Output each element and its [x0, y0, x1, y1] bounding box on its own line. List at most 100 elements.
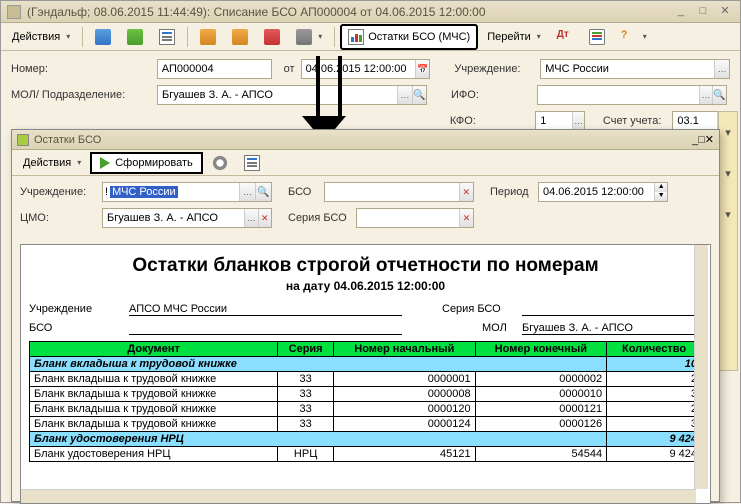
table-row: Бланк вкладыша к трудовой книжке33000000…: [30, 372, 702, 387]
tool-print[interactable]: [289, 25, 329, 49]
mol-select-button[interactable]: [397, 86, 411, 104]
side-strip-item-3[interactable]: ▾: [719, 194, 737, 235]
ifo-select-button[interactable]: [699, 86, 713, 104]
inner-close-button[interactable]: ✕: [705, 133, 714, 146]
table-row: Бланк вкладыша к трудовой книжке33000012…: [30, 417, 702, 432]
inner-cmo-label: ЦМО:: [20, 212, 96, 224]
group-total-cell: 9 424: [607, 432, 702, 447]
kfo-select-button[interactable]: [572, 112, 584, 130]
inner-org-select-button[interactable]: [239, 183, 255, 201]
play-icon: [100, 157, 110, 169]
inner-period-label: Период: [490, 186, 532, 198]
inner-bso-clear-button[interactable]: [459, 183, 473, 201]
rpt-org-label: Учреждение: [29, 303, 129, 316]
spin-down[interactable]: ▼: [654, 192, 667, 201]
inner-series-field[interactable]: [356, 208, 474, 228]
mol-input[interactable]: [158, 86, 397, 104]
tool-list[interactable]: [582, 25, 612, 49]
list-icon: [589, 29, 605, 45]
side-strip-item-2[interactable]: ▾: [719, 153, 737, 194]
calendar-button[interactable]: [415, 60, 429, 78]
table-cell: 33: [278, 417, 334, 432]
inner-series-clear-button[interactable]: [459, 209, 473, 227]
record-icon: [95, 29, 111, 45]
close-button[interactable]: ✕: [716, 5, 734, 19]
inner-actions-menu[interactable]: Действия: [16, 153, 88, 173]
number-field[interactable]: [157, 59, 272, 79]
form-report-button[interactable]: Сформировать: [90, 152, 203, 174]
inner-period-input[interactable]: [539, 183, 654, 201]
tool-copy[interactable]: [193, 25, 223, 49]
gear-icon: [212, 155, 228, 171]
maximize-button[interactable]: □: [694, 5, 712, 19]
inner-cmo-field[interactable]: [102, 208, 272, 228]
kfo-input[interactable]: [536, 112, 572, 130]
tool-post[interactable]: [152, 25, 182, 49]
tool-help[interactable]: ?: [614, 25, 654, 49]
tool-debit[interactable]: Дт: [550, 25, 580, 49]
table-cell: Бланк вкладыша к трудовой книжке: [30, 387, 278, 402]
org-select-button[interactable]: [714, 60, 729, 78]
ifo-input[interactable]: [538, 86, 699, 104]
ifo-label: ИФО:: [451, 89, 531, 101]
inner-window-title: Остатки БСО: [34, 134, 692, 146]
table-row: Бланк вкладыша к трудовой книжке33000012…: [30, 402, 702, 417]
inner-org-search-button[interactable]: [255, 183, 271, 201]
tool-refresh[interactable]: [120, 25, 150, 49]
mol-field[interactable]: [157, 85, 427, 105]
report-area[interactable]: Остатки бланков строгой отчетности по но…: [20, 244, 711, 504]
goto-menu[interactable]: Перейти: [480, 27, 548, 47]
period-spinner[interactable]: ▲▼: [654, 183, 667, 201]
date-input[interactable]: [302, 60, 416, 78]
inner-tool-filter[interactable]: [237, 151, 267, 175]
ifo-field[interactable]: [537, 85, 727, 105]
form-report-label: Сформировать: [115, 157, 193, 169]
report-header-cell: Документ: [30, 342, 278, 357]
post-icon: [159, 29, 175, 45]
tool-del[interactable]: [257, 25, 287, 49]
spin-up[interactable]: ▲: [654, 183, 667, 192]
inner-series-input[interactable]: [357, 209, 459, 227]
minimize-button[interactable]: _: [672, 5, 690, 19]
actions-menu[interactable]: Действия: [5, 27, 77, 47]
inner-org-field[interactable]: !МЧС России: [102, 182, 272, 202]
ostatki-bso-button[interactable]: Остатки БСО (МЧС): [340, 24, 478, 50]
account-input[interactable]: [673, 112, 716, 130]
rpt-org-value: АПСО МЧС России: [129, 303, 402, 316]
inner-period-field[interactable]: ▲▼: [538, 182, 668, 202]
tool-record[interactable]: [88, 25, 118, 49]
main-toolbar: Действия Остатки БСО (МЧС) Перейти Дт ?: [1, 23, 740, 51]
org-input[interactable]: [541, 60, 714, 78]
inner-tool-settings[interactable]: [205, 151, 235, 175]
table-cell: 3: [607, 387, 702, 402]
table-cell: 3: [607, 417, 702, 432]
inner-maximize-button[interactable]: □: [698, 134, 705, 146]
horizontal-scrollbar[interactable]: [21, 489, 696, 503]
table-row: Бланк удостоверения НРЦНРЦ45121545449 42…: [30, 447, 702, 462]
delete-icon: [264, 29, 280, 45]
print-icon: [296, 29, 312, 45]
inner-titlebar: Остатки БСО _ □ ✕: [12, 130, 719, 150]
number-input[interactable]: [158, 60, 271, 78]
refresh-icon: [127, 29, 143, 45]
chart-icon: [348, 29, 364, 45]
table-cell: 0000008: [334, 387, 476, 402]
inner-cmo-input[interactable]: [103, 209, 244, 227]
date-field[interactable]: [301, 59, 431, 79]
mol-search-button[interactable]: [412, 86, 426, 104]
inner-cmo-select-button[interactable]: [244, 209, 257, 227]
org-label: Учреждение:: [454, 63, 534, 75]
ifo-search-button[interactable]: [712, 86, 726, 104]
tool-paste[interactable]: [225, 25, 255, 49]
side-strip-item-1[interactable]: ▾: [719, 112, 737, 153]
group-row: Бланк вкладыша к трудовой книжке10: [30, 357, 702, 372]
org-field[interactable]: [540, 59, 730, 79]
inner-bso-input[interactable]: [325, 183, 459, 201]
help-icon: ?: [621, 29, 637, 45]
table-cell: 2: [607, 372, 702, 387]
inner-bso-field[interactable]: [324, 182, 474, 202]
kfo-label: КФО:: [450, 115, 529, 127]
kfo-field[interactable]: [535, 111, 585, 131]
inner-cmo-clear-button[interactable]: [258, 209, 271, 227]
vertical-scrollbar[interactable]: [694, 245, 708, 489]
